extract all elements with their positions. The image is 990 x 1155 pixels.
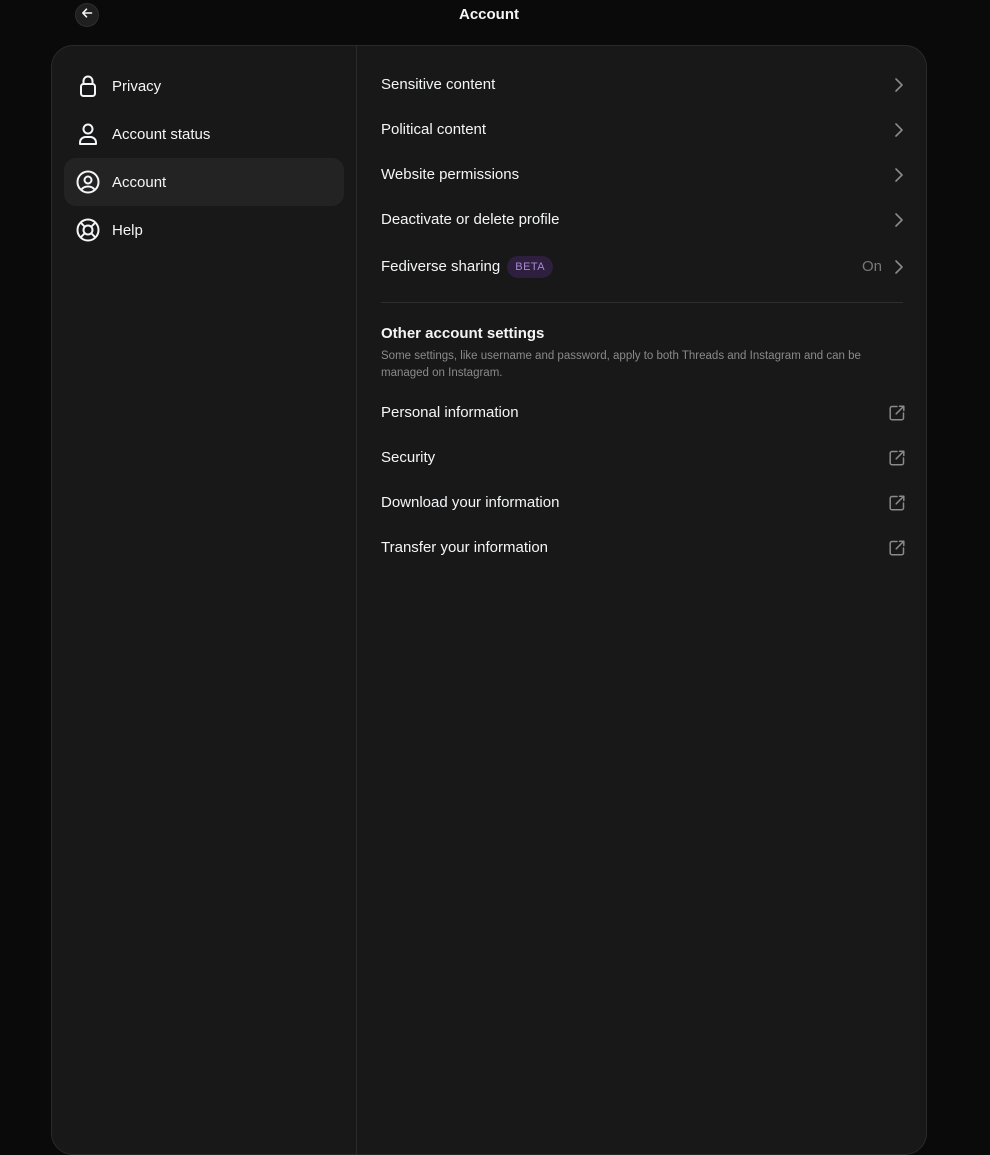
chevron-right-icon xyxy=(892,212,906,228)
sidebar-item-help[interactable]: Help xyxy=(64,206,344,254)
website-permissions-row[interactable]: Website permissions xyxy=(381,152,906,197)
transfer-information-link[interactable]: Transfer your information xyxy=(381,525,906,570)
sidebar-item-label: Account xyxy=(112,173,167,191)
external-link-icon xyxy=(888,539,906,557)
row-trail xyxy=(892,212,906,228)
row-trail xyxy=(888,449,906,467)
row-label: Deactivate or delete profile xyxy=(381,211,560,228)
other-settings-description: Some settings, like username and passwor… xyxy=(381,350,861,379)
row-label: Political content xyxy=(381,121,487,138)
chevron-right-icon xyxy=(892,259,906,275)
sidebar-item-privacy[interactable]: Privacy xyxy=(64,62,344,110)
top-bar: Account xyxy=(0,0,990,34)
sidebar-item-account[interactable]: Account xyxy=(64,158,344,206)
deactivate-delete-profile-row[interactable]: Deactivate or delete profile xyxy=(381,197,906,242)
row-trail xyxy=(888,539,906,557)
external-link-icon xyxy=(888,494,906,512)
row-label: Security xyxy=(381,449,436,466)
beta-badge: BETA xyxy=(507,255,554,278)
sidebar-item-label: Help xyxy=(112,221,143,239)
row-label: Website permissions xyxy=(381,166,520,183)
sidebar-item-account-status[interactable]: Account status xyxy=(64,110,344,158)
chevron-right-icon xyxy=(892,77,906,93)
security-link[interactable]: Security xyxy=(381,435,906,480)
row-label: Download your information xyxy=(381,494,560,511)
section-divider xyxy=(381,302,903,303)
row-label: Sensitive content xyxy=(381,76,496,93)
lock-icon xyxy=(75,73,101,99)
download-information-link[interactable]: Download your information xyxy=(381,480,906,525)
row-label: Transfer your information xyxy=(381,539,549,556)
external-link-icon xyxy=(888,449,906,467)
lifebuoy-icon xyxy=(75,217,101,243)
row-trail xyxy=(892,167,906,183)
political-content-row[interactable]: Political content xyxy=(381,107,906,152)
chevron-right-icon xyxy=(892,122,906,138)
chevron-right-icon xyxy=(892,167,906,183)
row-label: Fediverse sharing xyxy=(381,258,501,275)
sensitive-content-row[interactable]: Sensitive content xyxy=(381,62,906,107)
other-settings-title: Other account settings xyxy=(381,325,545,342)
row-label: Personal information xyxy=(381,404,519,421)
person-icon xyxy=(75,121,101,147)
personal-information-link[interactable]: Personal information xyxy=(381,390,906,435)
fediverse-status: On xyxy=(861,258,882,275)
settings-content: Sensitive content Political content Webs… xyxy=(357,46,926,1154)
row-trail: On xyxy=(862,258,906,275)
row-trail xyxy=(892,77,906,93)
row-trail xyxy=(888,494,906,512)
sidebar: Privacy Account status Account Help xyxy=(52,46,357,1154)
fediverse-sharing-row[interactable]: Fediverse sharing BETA On xyxy=(381,244,906,289)
page-title: Account xyxy=(459,6,519,23)
row-trail xyxy=(892,122,906,138)
row-trail xyxy=(888,404,906,422)
account-circle-icon xyxy=(75,169,101,195)
settings-panel: Privacy Account status Account Help Sens… xyxy=(51,45,927,1155)
external-link-icon xyxy=(888,404,906,422)
sidebar-item-label: Account status xyxy=(112,125,211,143)
sidebar-item-label: Privacy xyxy=(112,77,162,95)
